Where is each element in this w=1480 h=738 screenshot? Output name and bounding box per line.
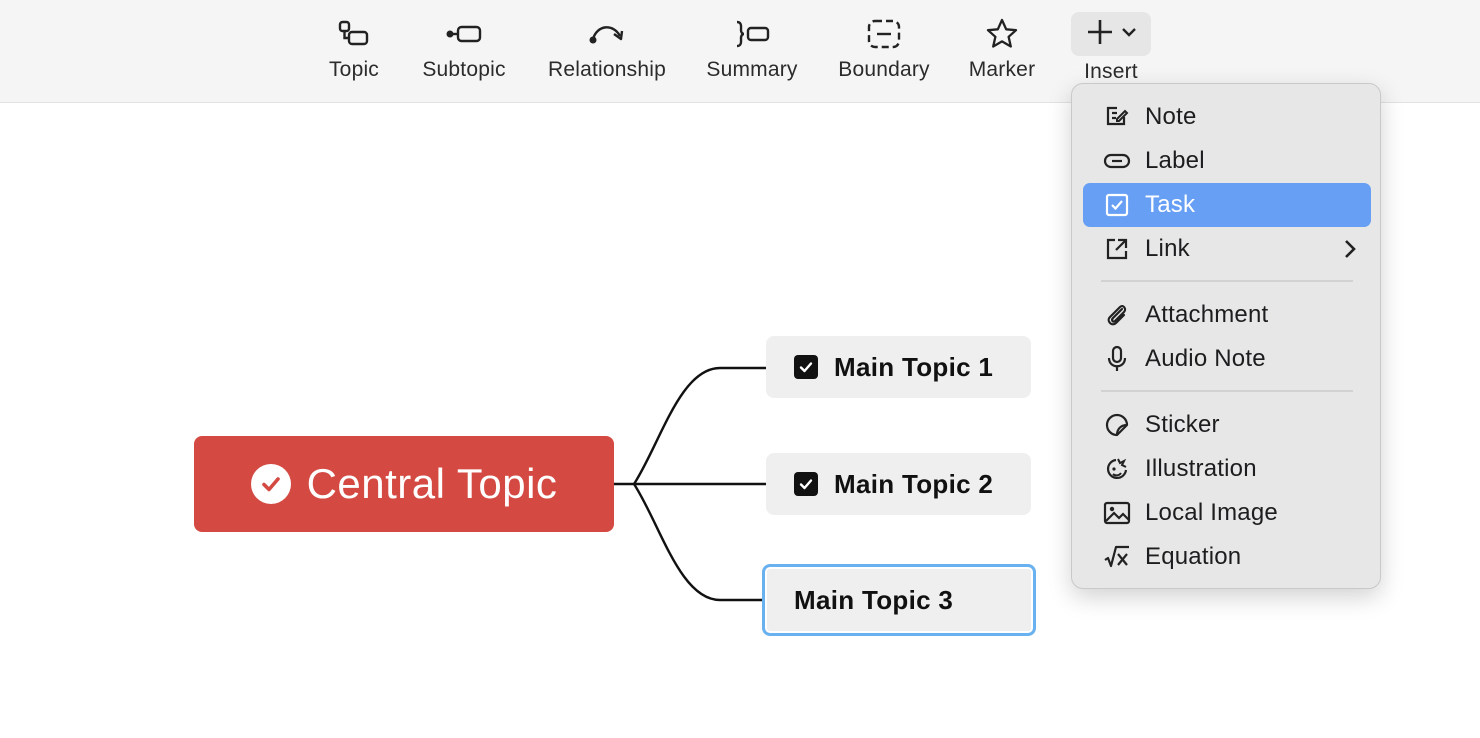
menu-item-audio-note[interactable]: Audio Note (1083, 337, 1371, 381)
main-topic-1[interactable]: Main Topic 1 (766, 336, 1031, 398)
note-icon (1103, 103, 1131, 131)
menu-item-sticker[interactable]: Sticker (1083, 403, 1371, 447)
menu-item-label: Link (1145, 235, 1190, 262)
marker-tool-button[interactable]: Marker (962, 0, 1042, 103)
topic-icon (334, 16, 374, 52)
central-topic-label: Central Topic (306, 460, 558, 507)
relationship-tool-button[interactable]: Relationship (540, 0, 674, 103)
menu-separator (1101, 390, 1353, 392)
menu-item-note[interactable]: Note (1083, 95, 1371, 139)
checkbox-checked-icon[interactable] (794, 355, 818, 379)
menu-item-label: Illustration (1145, 455, 1257, 482)
menu-item-task[interactable]: Task (1083, 183, 1371, 227)
microphone-icon (1103, 345, 1131, 373)
relationship-icon (587, 16, 627, 52)
illustration-icon (1103, 455, 1131, 483)
equation-icon (1103, 543, 1131, 571)
menu-item-label: Audio Note (1145, 345, 1266, 372)
summary-tool-button[interactable]: Summary (700, 0, 804, 103)
chevron-down-icon (1121, 25, 1137, 43)
menu-item-illustration[interactable]: Illustration (1083, 447, 1371, 491)
image-icon (1103, 499, 1131, 527)
menu-item-equation[interactable]: Equation (1083, 535, 1371, 579)
subtopic-tool-button[interactable]: Subtopic (414, 0, 514, 103)
topic-tool-label: Topic (328, 58, 380, 81)
menu-separator (1101, 280, 1353, 282)
boundary-tool-button[interactable]: Boundary (830, 0, 938, 103)
main-topic-3-selected[interactable]: Main Topic 3 (762, 564, 1036, 636)
sticker-icon (1103, 411, 1131, 439)
menu-item-label: Local Image (1145, 499, 1278, 526)
menu-item-local-image[interactable]: Local Image (1083, 491, 1371, 535)
summary-icon (732, 16, 772, 52)
checkbox-checked-icon[interactable] (794, 472, 818, 496)
menu-item-label: Equation (1145, 543, 1242, 570)
menu-item-label: Sticker (1145, 411, 1220, 438)
menu-item-label-tag[interactable]: Label (1083, 139, 1371, 183)
label-icon (1103, 147, 1131, 175)
main-topic-label: Main Topic 3 (794, 584, 954, 615)
insert-menu: Note Label Task Link Attachment Audio No… (1071, 83, 1381, 589)
boundary-tool-label: Boundary (838, 58, 930, 81)
boundary-icon (864, 16, 904, 52)
paperclip-icon (1103, 301, 1131, 329)
main-topic-2[interactable]: Main Topic 2 (766, 453, 1031, 515)
marker-star-icon (982, 16, 1022, 52)
main-topic-label: Main Topic 2 (834, 468, 994, 499)
chevron-right-icon (1343, 237, 1357, 266)
menu-item-label: Attachment (1145, 301, 1269, 328)
insert-dropdown-button[interactable] (1071, 12, 1151, 56)
menu-item-label: Task (1145, 191, 1196, 218)
link-icon (1103, 235, 1131, 263)
menu-item-link[interactable]: Link (1083, 227, 1371, 271)
central-topic[interactable]: Central Topic (194, 436, 614, 532)
menu-item-label: Label (1145, 147, 1205, 174)
task-checkbox-icon (1103, 191, 1131, 219)
subtopic-icon (444, 16, 484, 52)
menu-item-label: Note (1145, 103, 1197, 130)
summary-tool-label: Summary (706, 58, 798, 81)
main-topic-label: Main Topic 1 (834, 351, 994, 382)
plus-icon (1085, 17, 1115, 52)
task-complete-icon (250, 464, 291, 504)
subtopic-tool-label: Subtopic (422, 58, 506, 81)
menu-item-attachment[interactable]: Attachment (1083, 293, 1371, 337)
insert-tool-label: Insert (1084, 60, 1138, 83)
relationship-tool-label: Relationship (548, 58, 666, 81)
marker-tool-label: Marker (968, 58, 1036, 81)
topic-tool-button[interactable]: Topic (318, 0, 390, 103)
